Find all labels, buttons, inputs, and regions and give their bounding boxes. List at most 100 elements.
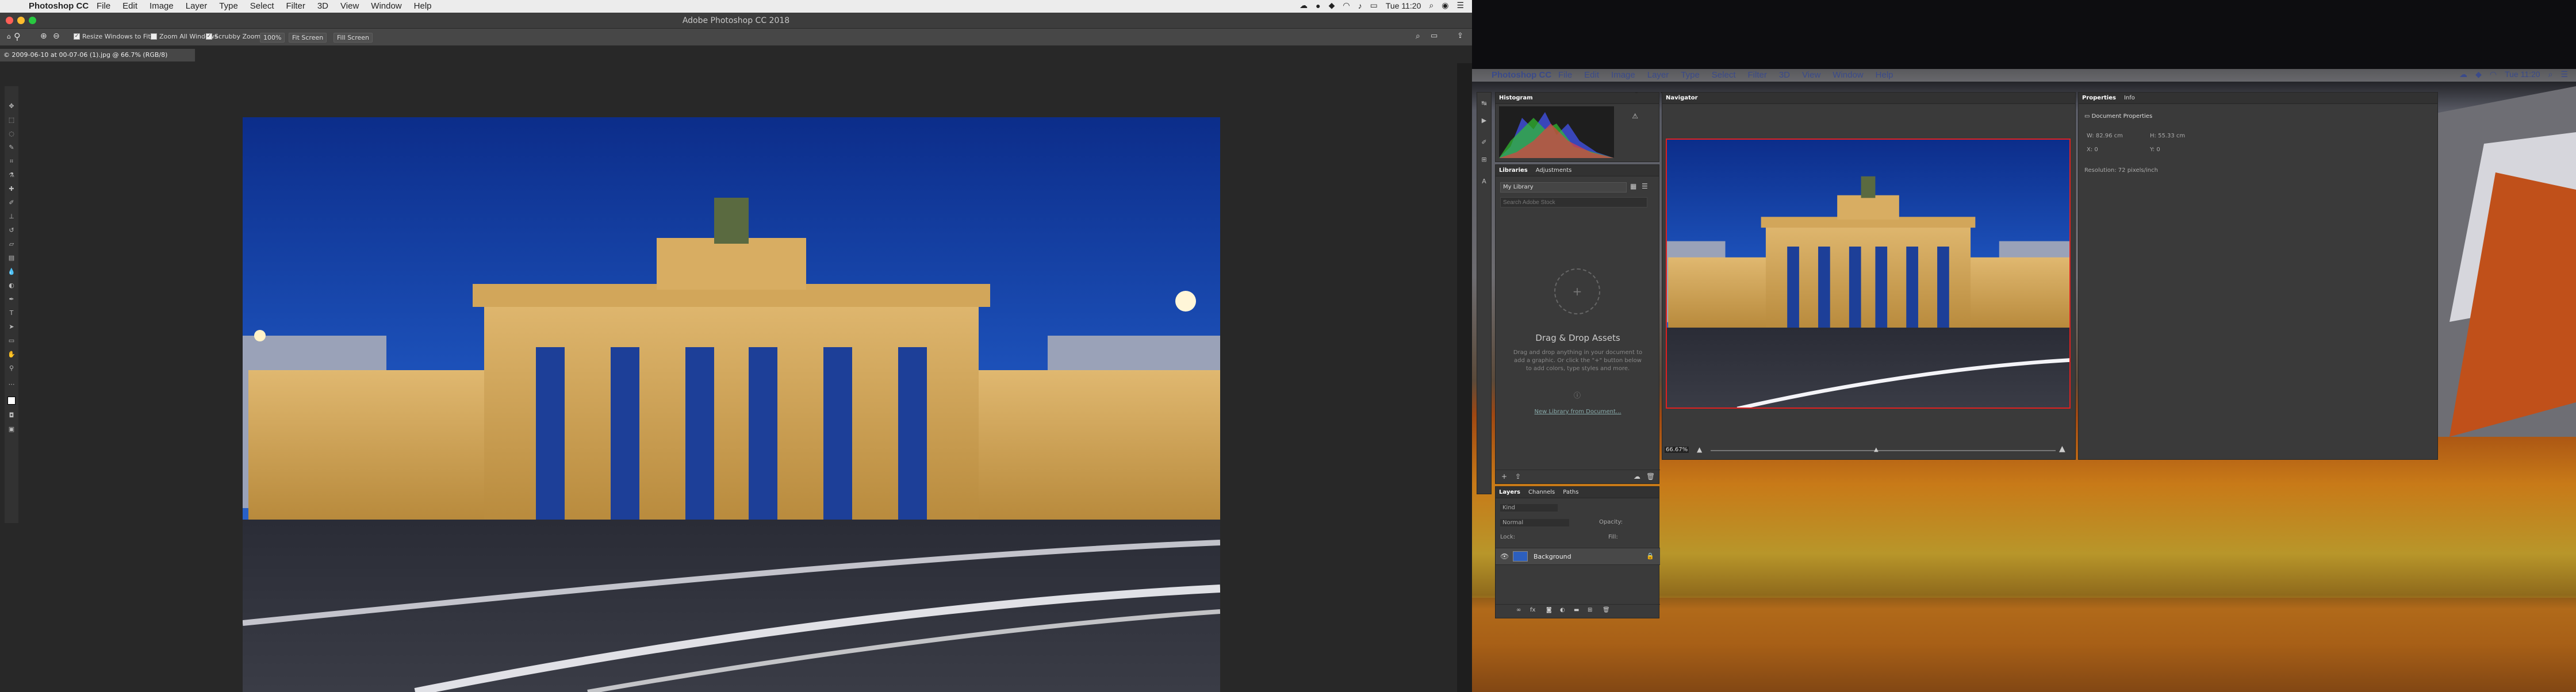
menu-file[interactable]: File [1558,70,1572,80]
menu-select[interactable]: Select [1712,70,1736,80]
new-library-link[interactable]: New Library from Document... [1496,409,1660,415]
library-select[interactable]: My Library [1500,182,1627,193]
record-icon[interactable]: ● [1316,1,1320,10]
creative-cloud-icon[interactable]: ☁ [2459,70,2467,79]
tab-navigator[interactable]: Navigator [1666,95,1698,101]
zoom-slider-thumb[interactable]: ▲ [1874,447,1879,453]
tab-libraries[interactable]: Libraries [1499,167,1528,174]
menu-help[interactable]: Help [414,1,432,11]
battery-icon[interactable]: ▭ [1370,1,1378,10]
zoom-tool-icon[interactable]: ⚲ [7,364,16,372]
crop-tool-icon[interactable]: ⌗ [7,157,16,166]
tab-layers[interactable]: Layers [1499,489,1520,495]
document-canvas[interactable] [243,117,1220,692]
fill-label[interactable]: Fill: [1608,534,1618,540]
menu-image[interactable]: Image [1611,70,1635,80]
menu-3d[interactable]: 3D [317,1,328,11]
trash-icon[interactable]: 🗑 [1646,472,1655,480]
zoom-out-icon[interactable]: ▲ [1697,445,1702,453]
tab-histogram[interactable]: Histogram [1499,95,1533,101]
dodge-tool-icon[interactable]: ◐ [7,282,16,290]
more-tools-icon[interactable]: ⋯ [7,380,16,389]
list-icon[interactable]: ☰ [1456,1,1464,10]
grid-view-icon[interactable]: ▦ [1630,182,1636,190]
folder-icon[interactable]: ▬ [1574,607,1579,613]
wifi-icon[interactable]: ◠ [2490,70,2497,79]
history-brush-icon[interactable]: ↺ [7,226,16,234]
view-box[interactable] [1666,139,2071,409]
menu-edit[interactable]: Edit [1584,70,1599,80]
menu-window[interactable]: Window [371,1,401,11]
home-icon[interactable]: ⌂ [7,33,11,40]
tab-adjustments[interactable]: Adjustments [1536,167,1572,174]
screen-mode-icon[interactable]: ▣ [7,425,16,433]
type-tool-icon[interactable]: T [7,309,16,317]
foreground-color-swatch[interactable] [7,397,16,405]
brush-tool-icon[interactable]: ✐ [7,199,16,207]
y-field[interactable]: Y: 0 [2150,147,2160,153]
stock-search-input[interactable] [1500,197,1647,207]
marquee-tool-icon[interactable]: ⬚ [7,116,16,124]
move-tool-icon[interactable]: ✥ [7,102,16,110]
hand-tool-icon[interactable]: ✋ [7,351,16,359]
menu-type[interactable]: Type [1681,70,1700,80]
zoom-field[interactable]: 66.67% [1665,447,1689,453]
link-icon[interactable]: ∞ [1516,607,1521,613]
tab-properties[interactable]: Properties [2082,95,2116,101]
clock[interactable]: Tue 11:20 [1386,1,1421,10]
fx-icon[interactable]: fx [1530,607,1535,613]
actions-icon[interactable]: ▶ [1480,117,1488,125]
opacity-label[interactable]: Opacity: [1599,519,1623,525]
menu-filter[interactable]: Filter [286,1,305,11]
eraser-tool-icon[interactable]: ▱ [7,240,16,248]
blend-mode-select[interactable]: Normal [1500,519,1569,526]
add-icon[interactable]: + [1501,472,1507,480]
dropbox-icon[interactable]: ◆ [2475,70,2482,79]
path-select-icon[interactable]: ➤ [7,323,16,331]
fit-screen-button[interactable]: Fit Screen [289,33,327,43]
menu-layer[interactable]: Layer [186,1,208,11]
app-menu[interactable]: Photoshop CC [29,1,89,11]
menu-layer[interactable]: Layer [1647,70,1669,80]
character-icon[interactable]: A [1480,178,1488,186]
eyedropper-tool-icon[interactable]: ⚗ [7,171,16,179]
history-icon[interactable]: ↹ [1480,99,1488,107]
stamp-tool-icon[interactable]: ⊥ [7,213,16,221]
brush-settings-icon[interactable]: ✐ [1480,139,1488,147]
pen-tool-icon[interactable]: ✒ [7,295,16,303]
menu-3d[interactable]: 3D [1779,70,1790,80]
menu-edit[interactable]: Edit [122,1,137,11]
resize-windows-option[interactable]: ✓ Resize Windows to Fit [74,33,151,40]
siri-icon[interactable]: ◉ [1442,1,1448,10]
tab-channels[interactable]: Channels [1528,489,1555,495]
workspace-icon[interactable]: ▭ [1431,32,1438,40]
adjustment-icon[interactable]: ◐ [1560,607,1565,613]
menu-image[interactable]: Image [150,1,174,11]
clone-source-icon[interactable]: ⊞ [1480,156,1488,164]
layer-row[interactable]: 👁 Background 🔒 [1496,548,1660,565]
scrubby-zoom-option[interactable]: ✓ Scrubby Zoom [206,33,260,40]
dropbox-icon[interactable]: ◆ [1329,1,1335,10]
fill-screen-button[interactable]: Fill Screen [334,33,373,43]
document-tab[interactable]: © 2009-06-10 at 00-07-06 (1).jpg @ 66.7%… [0,49,195,61]
add-asset-icon[interactable]: + [1554,268,1600,314]
lasso-tool-icon[interactable]: ◌ [7,130,16,138]
zoom-tool-icon[interactable]: ⚲ [14,31,21,42]
search-icon[interactable]: ⌕ [1416,32,1420,41]
quick-mask-icon[interactable]: ◘ [7,412,16,420]
tab-paths[interactable]: Paths [1563,489,1578,495]
healing-tool-icon[interactable]: ✚ [7,185,16,193]
menu-view[interactable]: View [340,1,359,11]
list-icon[interactable]: ☰ [2560,70,2568,79]
menu-filter[interactable]: Filter [1748,70,1767,80]
volume-icon[interactable]: ♪ [1358,1,1362,10]
info-icon[interactable]: ⓘ [1574,390,1581,400]
trash-icon[interactable]: 🗑 [1603,607,1610,613]
share-icon[interactable]: ⇪ [1457,32,1463,40]
clock[interactable]: Tue 11:20 [2505,70,2540,79]
kind-filter[interactable]: Kind [1500,504,1558,512]
navigator-preview[interactable] [1666,139,2071,409]
blur-tool-icon[interactable]: 💧 [7,268,16,276]
cloud-icon[interactable]: ☁ [1634,472,1640,480]
quick-select-tool-icon[interactable]: ✎ [7,144,16,152]
